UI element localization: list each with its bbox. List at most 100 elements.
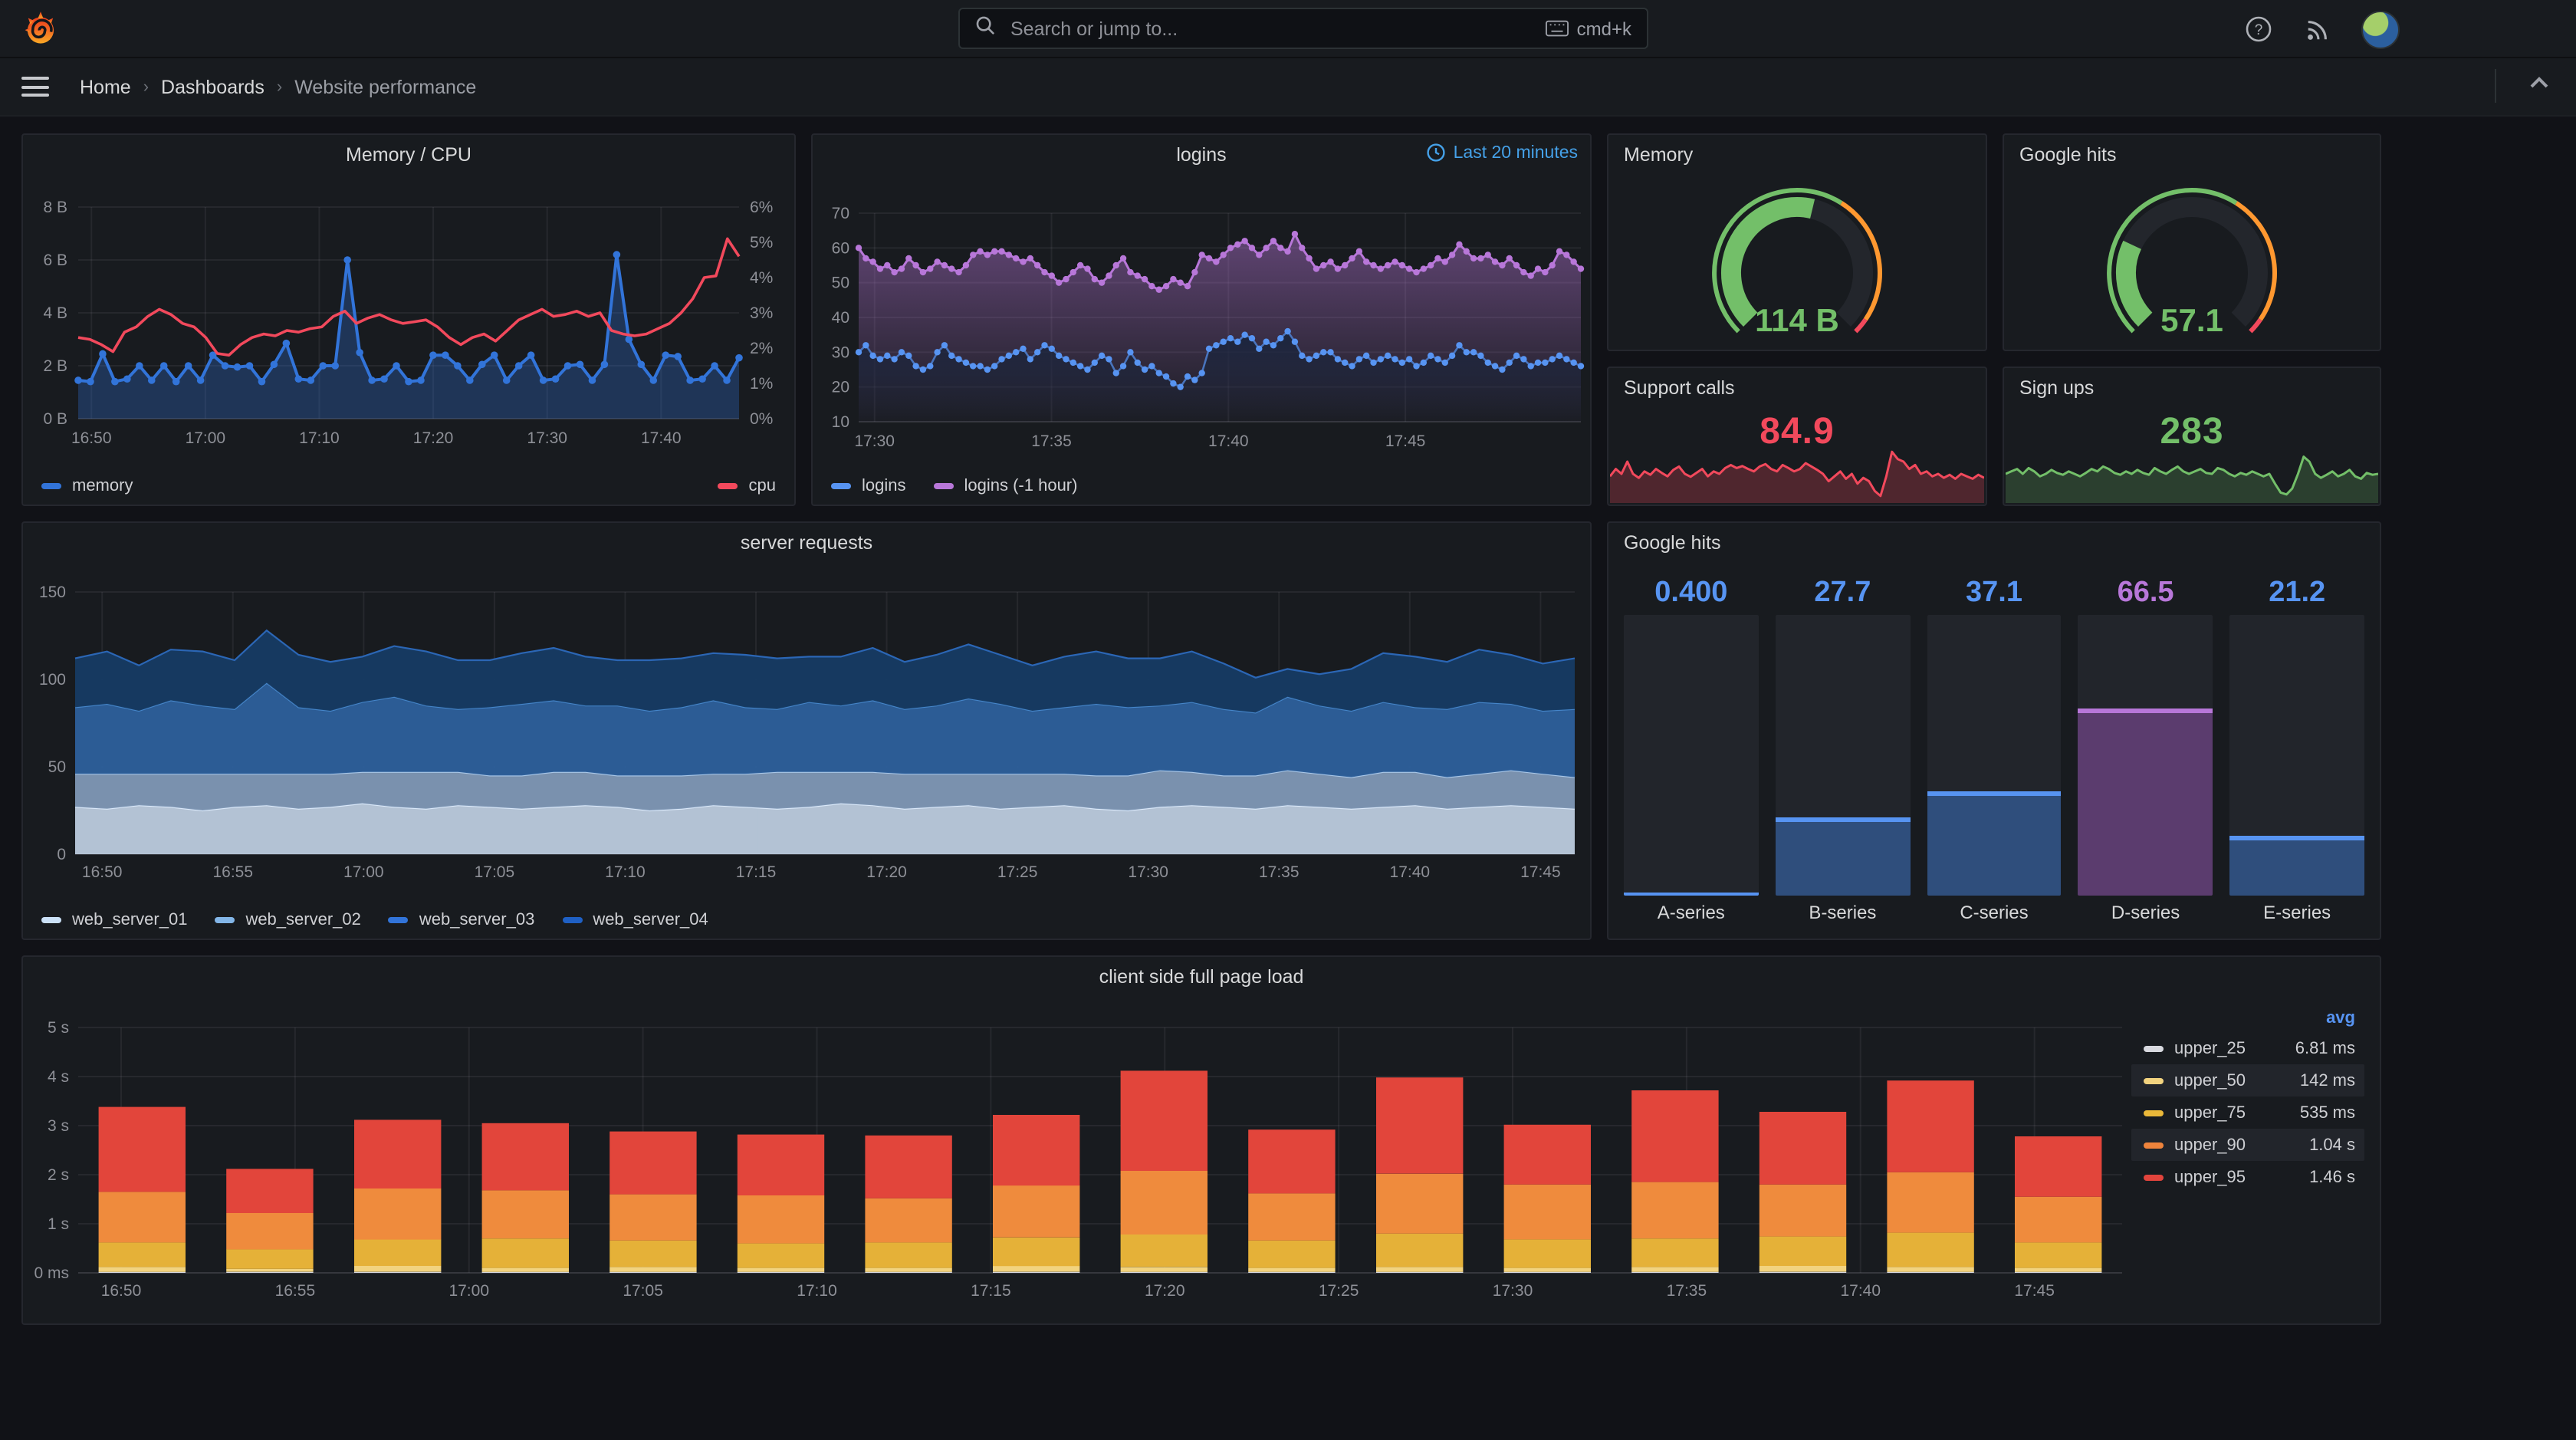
bargauge-label: E-series	[2263, 902, 2331, 923]
sign-ups-sparkline	[2005, 445, 2379, 503]
legend-item[interactable]: web_server_02	[215, 911, 361, 929]
svg-text:5 s: 5 s	[48, 1019, 69, 1037]
svg-text:16:50: 16:50	[101, 1282, 142, 1300]
panel-google-hits-gauge: Google hits 57.1	[2003, 133, 2381, 351]
legend-row[interactable]: upper_50 142 ms	[2131, 1064, 2364, 1096]
legend-row[interactable]: upper_25 6.81 ms	[2131, 1032, 2364, 1064]
client-load-legend: avg upper_25 6.81 ms upper_50 142 ms upper_75…	[2131, 1006, 2364, 1193]
legend-item[interactable]: logins (-1 hour)	[933, 477, 1077, 495]
svg-text:6 B: 6 B	[43, 252, 67, 269]
svg-text:17:00: 17:00	[449, 1282, 489, 1300]
breadcrumb-separator: ›	[143, 77, 150, 96]
svg-text:100: 100	[39, 671, 66, 689]
svg-text:17:05: 17:05	[475, 863, 515, 881]
svg-text:1%: 1%	[750, 375, 773, 393]
svg-text:17:15: 17:15	[971, 1282, 1011, 1300]
svg-text:2%: 2%	[750, 340, 773, 357]
panel-title[interactable]: Memory	[1608, 135, 1986, 175]
grafana-logo[interactable]	[21, 9, 60, 48]
svg-text:17:35: 17:35	[1031, 432, 1072, 450]
svg-text:2 B: 2 B	[43, 357, 67, 375]
legend-swatch	[2144, 1142, 2164, 1148]
svg-text:17:30: 17:30	[527, 429, 567, 447]
svg-text:57.1: 57.1	[2160, 302, 2223, 338]
svg-text:17:15: 17:15	[736, 863, 777, 881]
panel-support-calls: Support calls 84.9	[1607, 367, 1987, 506]
panel-logins: logins Last 20 minutes 17:30 17:35 17:40 17…	[811, 133, 1592, 506]
panel-memory-gauge: Memory 114 B	[1607, 133, 1987, 351]
collapse-toolbar-icon[interactable]	[2527, 71, 2551, 103]
bargauge-column: 37.1 C-series	[1927, 575, 2062, 926]
breadcrumb-dashboards[interactable]: Dashboards	[161, 76, 264, 97]
svg-text:17:30: 17:30	[854, 432, 895, 450]
panel-sign-ups: Sign ups 283	[2003, 367, 2381, 506]
support-calls-sparkline	[1608, 445, 1985, 503]
panel-title[interactable]: Memory / CPU	[23, 135, 794, 175]
legend-item[interactable]: web_server_04	[562, 911, 708, 929]
breadcrumb-home[interactable]: Home	[80, 76, 131, 97]
panel-title[interactable]: Google hits	[2004, 135, 2380, 175]
svg-text:0 ms: 0 ms	[34, 1264, 69, 1282]
shortcut-hint: cmd+k	[1546, 18, 1631, 39]
top-nav-bar: cmd+k ?	[0, 0, 2576, 58]
legend-row[interactable]: upper_95 1.46 s	[2131, 1161, 2364, 1193]
legend-swatch	[831, 483, 851, 489]
legend-item[interactable]: logins	[831, 477, 906, 495]
bargauge-fill	[2078, 708, 2213, 896]
legend-avg-header[interactable]: avg	[2131, 1006, 2364, 1032]
menu-icon[interactable]	[21, 77, 49, 97]
toolbar-divider	[2495, 69, 2496, 103]
keyboard-icon	[1546, 20, 1569, 37]
legend-item[interactable]: cpu	[718, 477, 776, 495]
legend-item[interactable]: web_server_03	[388, 911, 534, 929]
svg-text:3 s: 3 s	[48, 1117, 69, 1135]
svg-text:17:40: 17:40	[641, 429, 682, 447]
google-hits-gauge: 57.1	[2004, 175, 2380, 350]
bargauge-value: 66.5	[2117, 577, 2174, 609]
chart-legend: memory cpu	[41, 477, 776, 495]
user-avatar[interactable]	[2361, 11, 2400, 49]
legend-item[interactable]: memory	[41, 477, 133, 495]
legend-swatch	[2144, 1045, 2164, 1051]
bargauge-value: 37.1	[1966, 577, 2022, 609]
svg-text:17:00: 17:00	[186, 429, 226, 447]
panel-title[interactable]: Sign ups	[2004, 368, 2380, 408]
svg-text:40: 40	[832, 309, 849, 327]
grafana-dashboard: cmd+k ? Home › Dashboards › Website perf…	[0, 0, 2576, 1440]
svg-text:50: 50	[48, 758, 66, 776]
search-input[interactable]	[1007, 16, 1534, 41]
bargauge-track	[2229, 615, 2364, 896]
svg-text:17:30: 17:30	[1128, 863, 1168, 881]
svg-text:17:05: 17:05	[623, 1282, 663, 1300]
legend-swatch	[41, 917, 61, 923]
panel-title[interactable]: client side full page load	[23, 957, 2380, 997]
panel-title[interactable]: Support calls	[1608, 368, 1986, 408]
svg-text:17:10: 17:10	[605, 863, 646, 881]
legend-row[interactable]: upper_90 1.04 s	[2131, 1129, 2364, 1161]
panel-memory-cpu: Memory / CPU 16:50 17:00 17:10 17:20 17:30 17…	[21, 133, 796, 506]
svg-text:0: 0	[57, 846, 66, 863]
legend-swatch	[2144, 1077, 2164, 1083]
legend-item[interactable]: web_server_01	[41, 911, 187, 929]
legend-swatch	[388, 917, 409, 923]
panel-client-load: client side full page load 16:50 16:55 17:…	[21, 955, 2381, 1325]
bargauge-value: 27.7	[1814, 577, 1871, 609]
bargauge-value: 0.400	[1654, 577, 1728, 609]
svg-text:60: 60	[832, 239, 849, 257]
help-icon[interactable]: ?	[2242, 12, 2275, 46]
legend-row[interactable]: upper_75 535 ms	[2131, 1096, 2364, 1129]
news-rss-icon[interactable]	[2300, 12, 2334, 46]
svg-text:16:50: 16:50	[82, 863, 123, 881]
svg-text:10: 10	[832, 413, 849, 431]
panel-title[interactable]: Google hits	[1608, 523, 2380, 563]
search-box[interactable]: cmd+k	[958, 8, 1648, 49]
panel-title[interactable]: server requests	[23, 523, 1590, 563]
svg-text:17:40: 17:40	[1840, 1282, 1881, 1300]
svg-text:17:45: 17:45	[1520, 863, 1561, 881]
svg-text:17:30: 17:30	[1493, 1282, 1533, 1300]
time-range-badge[interactable]: Last 20 minutes	[1426, 143, 1578, 163]
client-load-chart: 16:50 16:55 17:00 17:05 17:10 17:15 17:20 17:25…	[23, 997, 2380, 1323]
breadcrumb-bar: Home › Dashboards › Website performance	[0, 58, 2576, 117]
legend-swatch	[215, 917, 235, 923]
legend-swatch	[933, 483, 954, 489]
